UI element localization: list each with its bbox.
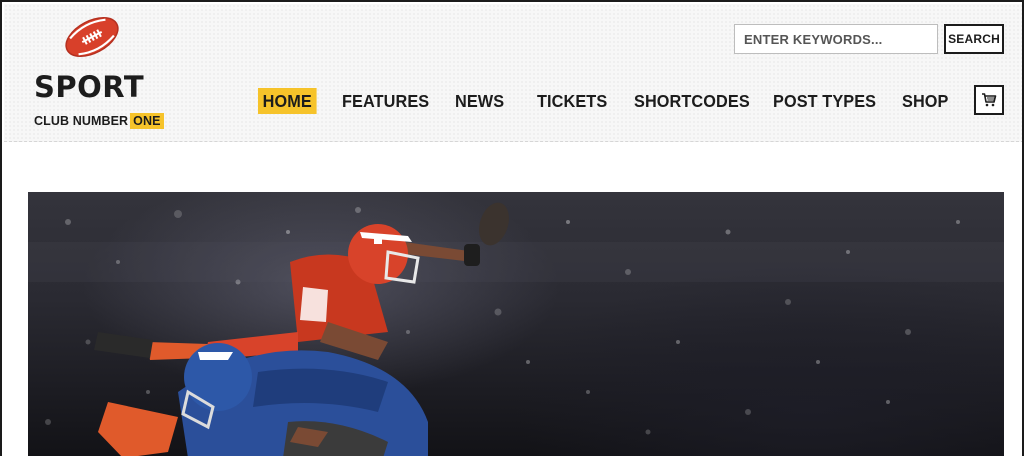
hero-illustration — [28, 202, 1004, 456]
logo-tagline: CLUB NUMBER ONE — [34, 112, 164, 131]
nav-item-tickets[interactable]: TICKETS — [537, 88, 607, 114]
search-input[interactable] — [734, 24, 938, 54]
nav-item-features[interactable]: FEATURES — [342, 88, 429, 114]
shopping-cart-icon — [982, 93, 997, 107]
page-frame: SPORT CLUB NUMBERONE SEARCH HOME FEATURE… — [0, 0, 1024, 456]
logo-tagline-text: CLUB NUMBER — [34, 114, 129, 128]
nav-item-news[interactable]: NEWS — [455, 88, 504, 114]
cart-button[interactable] — [974, 85, 1004, 115]
nav-item-shop[interactable]: SHOP — [902, 88, 949, 114]
site-header: SPORT CLUB NUMBERONE SEARCH HOME FEATURE… — [4, 4, 1022, 142]
football-icon — [65, 16, 119, 58]
search-button[interactable]: SEARCH — [944, 24, 1004, 54]
main-nav: HOME FEATURES NEWS TICKETS SHORTCODES PO… — [4, 88, 1022, 114]
logo-tagline-highlight: ONE — [130, 113, 164, 129]
hero-image — [28, 192, 1004, 456]
nav-item-home[interactable]: HOME — [258, 88, 317, 114]
nav-item-shortcodes[interactable]: SHORTCODES — [634, 88, 750, 114]
nav-item-post-types[interactable]: POST TYPES — [773, 88, 876, 114]
